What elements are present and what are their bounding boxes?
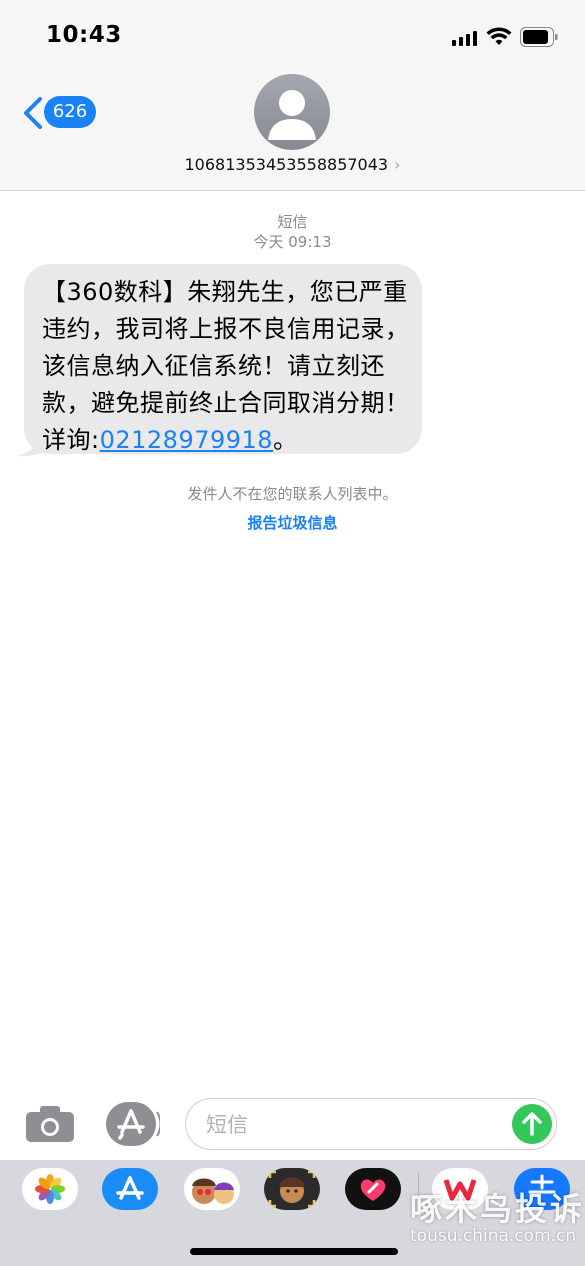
digital-touch-app-icon[interactable] bbox=[345, 1168, 401, 1210]
message-input[interactable] bbox=[204, 1108, 508, 1142]
app-store-button[interactable] bbox=[106, 1102, 160, 1146]
message-input-field[interactable] bbox=[185, 1098, 557, 1150]
home-indicator[interactable] bbox=[190, 1248, 398, 1255]
unread-count-badge: 626 bbox=[44, 96, 96, 128]
contact-avatar[interactable] bbox=[254, 74, 330, 150]
app-store-app-icon[interactable] bbox=[102, 1168, 158, 1210]
person-silhouette-icon bbox=[268, 90, 316, 140]
memoji-stickers-app-icon[interactable] bbox=[184, 1168, 240, 1210]
contact-name[interactable]: 10681353453558857043 › bbox=[0, 155, 585, 174]
photos-flower-icon bbox=[35, 1174, 65, 1204]
phone-link[interactable]: 02128979918 bbox=[100, 426, 273, 454]
wifi-icon bbox=[486, 27, 512, 45]
report-junk-link[interactable]: 报告垃圾信息 bbox=[0, 512, 585, 533]
memoji-face-icon bbox=[192, 1178, 234, 1204]
message-timestamp: 今天 09:13 bbox=[253, 233, 332, 251]
message-end: 。 bbox=[273, 426, 298, 454]
chevron-left-icon bbox=[24, 97, 42, 129]
watermark-url: tousu.china.com.cn bbox=[410, 1226, 577, 1246]
contact-number: 10681353453558857043 bbox=[184, 155, 389, 174]
camera-button[interactable] bbox=[26, 1106, 74, 1142]
watermark-title: 啄木鸟投诉 bbox=[410, 1190, 585, 1228]
cellular-signal-icon bbox=[452, 31, 477, 46]
message-text: 【360数科】朱翔先生，您已严重违约，我司将上报不良信用记录，该信息纳入征信系统… bbox=[42, 274, 412, 459]
send-button[interactable] bbox=[512, 1104, 552, 1144]
imessage-app-drawer: 啄木鸟投诉 tousu.china.com.cn bbox=[0, 1160, 585, 1266]
memoji-app-icon[interactable] bbox=[264, 1168, 320, 1210]
unknown-sender-note: 发件人不在您的联系人列表中。 bbox=[187, 485, 398, 503]
conversation-header: 10:43 626 10681353453558857043 › bbox=[0, 0, 585, 191]
battery-icon bbox=[520, 27, 558, 47]
service-label: 短信 bbox=[277, 213, 308, 231]
heart-hand-icon bbox=[360, 1179, 386, 1201]
memoji-portrait-icon bbox=[268, 1170, 316, 1208]
composer-bar bbox=[0, 1088, 585, 1160]
app-store-a-icon bbox=[116, 1176, 144, 1200]
arrow-up-icon bbox=[522, 1112, 542, 1136]
chevron-right-icon: › bbox=[394, 155, 401, 174]
back-button[interactable]: 626 bbox=[22, 96, 102, 130]
photos-app-icon[interactable] bbox=[22, 1168, 78, 1210]
status-time: 10:43 bbox=[46, 22, 122, 48]
